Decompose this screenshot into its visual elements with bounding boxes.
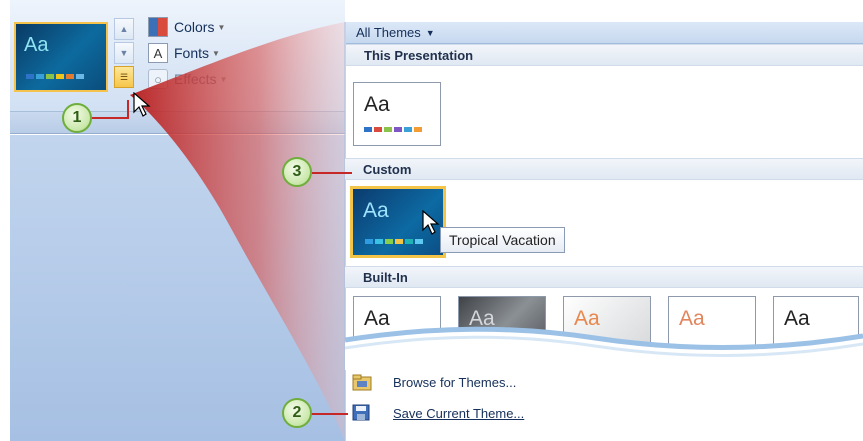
mouse-cursor-icon: [133, 92, 151, 117]
fonts-button[interactable]: A Fonts ▼: [148, 40, 227, 66]
all-themes-dropdown[interactable]: All Themes ▼: [346, 22, 863, 44]
theme-tooltip: Tropical Vacation: [440, 227, 565, 253]
effects-icon: ○: [148, 69, 168, 89]
dropdown-caret-icon: ▼: [219, 74, 228, 84]
gallery-scroll-buttons: ▲ ▼ ☰: [114, 18, 134, 90]
callout-badge-1: 1: [62, 103, 92, 133]
thumb-text: Aa: [364, 93, 390, 116]
dropdown-caret-icon: ▼: [212, 48, 220, 58]
fonts-label: Fonts: [174, 45, 210, 61]
scroll-down-icon[interactable]: ▼: [114, 42, 134, 64]
colors-button[interactable]: Colors ▼: [148, 14, 227, 40]
mouse-cursor-icon: [422, 210, 440, 235]
theme-color-swatches: [26, 74, 84, 79]
save-current-theme-label: Save Current Theme...: [393, 405, 525, 421]
save-icon: [351, 402, 373, 424]
section-built-in: Built-In: [345, 266, 863, 288]
callout-badge-2: 2: [282, 398, 312, 428]
dropdown-caret-icon: ▼: [425, 27, 435, 38]
theme-color-swatches: [365, 239, 423, 244]
scroll-up-icon[interactable]: ▲: [114, 18, 134, 40]
thumb-text: Aa: [363, 199, 389, 222]
callout-badge-3: 3: [282, 157, 312, 187]
theme-thumbnail-this-presentation[interactable]: Aa: [353, 82, 441, 146]
ribbon-group-footer: [0, 112, 345, 134]
fonts-icon: A: [148, 43, 168, 63]
page-margin: [0, 0, 10, 441]
torn-edge-divider: [345, 326, 863, 370]
dropdown-caret-icon: ▼: [217, 22, 226, 32]
callout-leader-1: [127, 100, 129, 119]
colors-icon: [148, 17, 168, 37]
section-custom: Custom: [345, 158, 863, 180]
section-this-presentation: This Presentation: [346, 44, 863, 66]
browse-for-themes-menu-item[interactable]: Browse for Themes...: [351, 369, 516, 395]
current-theme-thumbnail[interactable]: Aa: [14, 22, 108, 92]
effects-button[interactable]: ○ Effects ▼: [148, 66, 227, 92]
more-icon[interactable]: ☰: [114, 66, 134, 88]
all-themes-label: All Themes: [356, 25, 421, 40]
ribbon-themes-group: Aa ▲ ▼ ☰ Colors ▼ A Fonts ▼ ○ Effects ▼: [0, 0, 345, 112]
colors-label: Colors: [174, 19, 215, 35]
theme-color-swatches: [364, 127, 422, 132]
callout-leader-2: [310, 413, 348, 415]
theme-preview-text: Aa: [24, 34, 49, 56]
browse-for-themes-label: Browse for Themes...: [393, 374, 517, 390]
callout-leader-3: [312, 172, 352, 174]
theme-options-menu: Colors ▼ A Fonts ▼ ○ Effects ▼: [148, 14, 227, 92]
effects-label: Effects: [174, 71, 217, 87]
folder-icon: [351, 371, 373, 393]
save-current-theme-menu-item[interactable]: Save Current Theme...: [351, 400, 524, 426]
callout-leader-1: [90, 117, 128, 119]
